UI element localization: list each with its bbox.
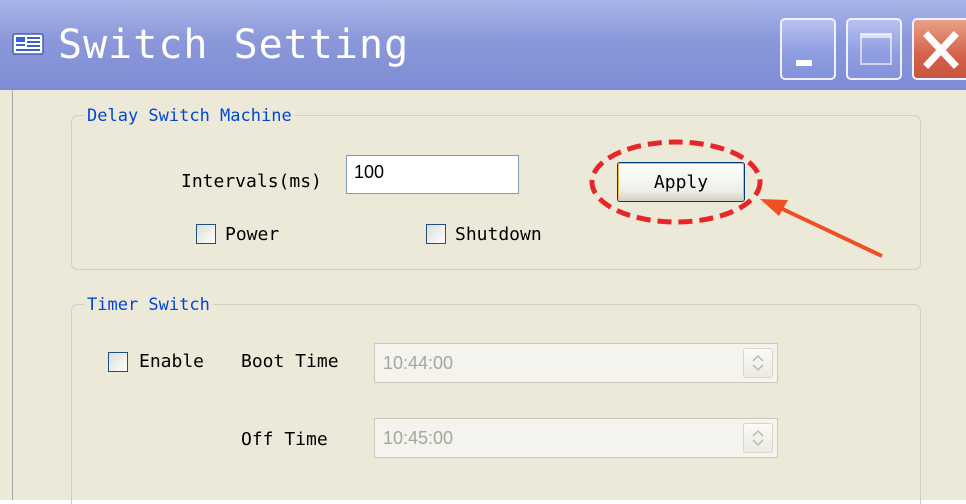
boot-time-value: 10:44:00: [383, 353, 454, 373]
off-time-value: 10:45:00: [383, 428, 454, 448]
boot-time-spin-button[interactable]: [743, 348, 773, 378]
switch-setting-window: Switch Setting Delay Switch Machine Inte…: [0, 0, 966, 504]
enable-checkbox[interactable]: [108, 352, 128, 372]
power-label: Power: [225, 224, 280, 245]
intervals-input[interactable]: 100: [346, 155, 519, 194]
delay-switch-legend: Delay Switch Machine: [84, 106, 295, 126]
off-time-spin-button[interactable]: [743, 423, 773, 453]
off-time-picker[interactable]: 10:45:00: [374, 418, 778, 458]
enable-label: Enable: [139, 351, 205, 372]
minimize-icon: [796, 60, 812, 66]
shutdown-checkbox[interactable]: [426, 224, 446, 244]
intervals-label: Intervals(ms): [181, 171, 322, 192]
power-checkbox[interactable]: [196, 224, 216, 244]
off-time-label: Off Time: [241, 429, 328, 450]
app-icon: [12, 33, 44, 55]
title-bar[interactable]: Switch Setting: [0, 0, 966, 90]
apply-button-label: Apply: [653, 171, 709, 193]
close-icon: [923, 31, 959, 69]
spin-arrows-icon: [752, 354, 764, 372]
close-button[interactable]: [912, 18, 966, 80]
timer-switch-group: Timer Switch: [71, 295, 921, 504]
minimize-button[interactable]: [780, 18, 836, 80]
boot-time-picker[interactable]: 10:44:00: [374, 343, 778, 383]
shutdown-label: Shutdown: [455, 224, 542, 245]
window-title: Switch Setting: [58, 22, 410, 68]
boot-time-label: Boot Time: [241, 351, 339, 372]
apply-button[interactable]: Apply: [617, 162, 745, 202]
maximize-button[interactable]: [846, 18, 902, 80]
dialog-body: Delay Switch Machine Intervals(ms) 100 A…: [12, 90, 966, 504]
maximize-icon: [860, 33, 892, 65]
spin-arrows-icon: [752, 429, 764, 447]
timer-switch-legend: Timer Switch: [84, 295, 213, 315]
